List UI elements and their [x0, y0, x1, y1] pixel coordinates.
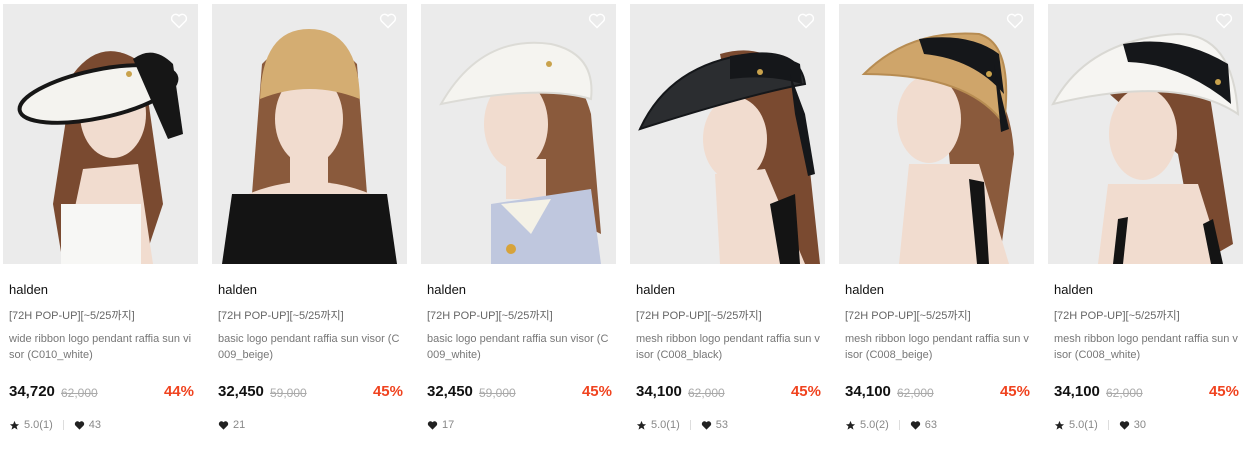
product-meta: 21 — [218, 418, 245, 432]
product-image[interactable] — [1048, 4, 1243, 264]
promo-tag: [72H POP-UP][~5/25까지] — [636, 310, 762, 322]
brand-name[interactable]: halden — [1054, 282, 1093, 297]
discount-rate: 45% — [999, 383, 1030, 400]
product-image[interactable] — [839, 4, 1034, 264]
star-icon — [845, 420, 856, 430]
promo-tag: [72H POP-UP][~5/25까지] — [1054, 310, 1180, 322]
product-card[interactable]: halden [72H POP-UP][~5/25까지] mesh ribbon… — [1048, 4, 1243, 464]
product-image[interactable] — [421, 4, 616, 264]
sale-price: 34,100 — [1054, 383, 1100, 400]
product-name[interactable]: wide ribbon logo pendant raffia sun viso… — [9, 331, 195, 363]
heart-outline-icon[interactable] — [1215, 13, 1233, 29]
heart-icon — [701, 420, 711, 430]
original-price: 59,000 — [270, 386, 307, 400]
brand-name[interactable]: halden — [845, 282, 884, 297]
product-card[interactable]: halden [72H POP-UP][~5/25까지] wide ribbon… — [3, 4, 198, 464]
promo-tag: [72H POP-UP][~5/25까지] — [218, 310, 344, 322]
likes-count: 17 — [442, 419, 455, 431]
discount-rate: 45% — [581, 383, 612, 400]
star-icon — [9, 420, 20, 430]
rating-value: 5.0(1) — [24, 419, 53, 431]
star-icon — [1054, 420, 1065, 430]
product-name[interactable]: basic logo pendant raffia sun visor (C00… — [427, 331, 613, 363]
meta-divider — [1107, 420, 1109, 430]
brand-name[interactable]: halden — [9, 282, 48, 297]
heart-outline-icon[interactable] — [170, 13, 188, 29]
product-name[interactable]: mesh ribbon logo pendant raffia sun viso… — [845, 331, 1031, 363]
product-meta: 5.0(1) 30 — [1054, 418, 1146, 432]
brand-name[interactable]: halden — [636, 282, 675, 297]
promo-tag: [72H POP-UP][~5/25까지] — [427, 310, 553, 322]
discount-rate: 45% — [790, 383, 821, 400]
sale-price: 32,450 — [218, 383, 264, 400]
brand-name[interactable]: halden — [427, 282, 466, 297]
original-price: 62,000 — [688, 386, 725, 400]
likes-count: 30 — [1133, 419, 1146, 431]
product-image[interactable] — [212, 4, 407, 264]
discount-rate: 45% — [372, 383, 403, 400]
product-meta: 5.0(1) 53 — [636, 418, 728, 432]
likes-count: 43 — [88, 419, 101, 431]
discount-rate: 44% — [163, 383, 194, 400]
promo-tag: [72H POP-UP][~5/25까지] — [845, 310, 971, 322]
original-price: 62,000 — [61, 386, 98, 400]
likes-count: 53 — [715, 419, 728, 431]
heart-icon — [1119, 420, 1129, 430]
sale-price: 34,100 — [636, 383, 682, 400]
likes-count: 21 — [233, 419, 246, 431]
sale-price: 34,720 — [9, 383, 55, 400]
original-price: 62,000 — [897, 386, 934, 400]
heart-icon — [74, 420, 84, 430]
product-grid: halden [72H POP-UP][~5/25까지] wide ribbon… — [3, 4, 1256, 464]
product-meta: 5.0(2) 63 — [845, 418, 937, 432]
heart-outline-icon[interactable] — [588, 13, 606, 29]
product-card[interactable]: halden [72H POP-UP][~5/25까지] mesh ribbon… — [630, 4, 825, 464]
heart-icon — [427, 420, 438, 430]
heart-icon — [910, 420, 920, 430]
meta-divider — [898, 420, 900, 430]
product-meta: 17 — [427, 418, 454, 432]
heart-icon — [218, 420, 229, 430]
product-image[interactable] — [630, 4, 825, 264]
product-name[interactable]: basic logo pendant raffia sun visor (C00… — [218, 331, 404, 363]
meta-divider — [689, 420, 691, 430]
likes-count: 63 — [924, 419, 937, 431]
product-meta: 5.0(1) 43 — [9, 418, 101, 432]
sale-price: 32,450 — [427, 383, 473, 400]
promo-tag: [72H POP-UP][~5/25까지] — [9, 310, 135, 322]
heart-outline-icon[interactable] — [379, 13, 397, 29]
discount-rate: 45% — [1208, 383, 1239, 400]
star-icon — [636, 420, 647, 430]
product-name[interactable]: mesh ribbon logo pendant raffia sun viso… — [1054, 331, 1240, 363]
product-card[interactable]: halden [72H POP-UP][~5/25까지] mesh ribbon… — [839, 4, 1034, 464]
heart-outline-icon[interactable] — [1006, 13, 1024, 29]
product-card[interactable]: halden [72H POP-UP][~5/25까지] basic logo … — [212, 4, 407, 464]
original-price: 59,000 — [479, 386, 516, 400]
original-price: 62,000 — [1106, 386, 1143, 400]
rating-value: 5.0(2) — [860, 419, 889, 431]
brand-name[interactable]: halden — [218, 282, 257, 297]
heart-outline-icon[interactable] — [797, 13, 815, 29]
rating-value: 5.0(1) — [651, 419, 680, 431]
sale-price: 34,100 — [845, 383, 891, 400]
product-name[interactable]: mesh ribbon logo pendant raffia sun viso… — [636, 331, 822, 363]
product-card[interactable]: halden [72H POP-UP][~5/25까지] basic logo … — [421, 4, 616, 464]
rating-value: 5.0(1) — [1069, 419, 1098, 431]
meta-divider — [62, 420, 64, 430]
product-image[interactable] — [3, 4, 198, 264]
